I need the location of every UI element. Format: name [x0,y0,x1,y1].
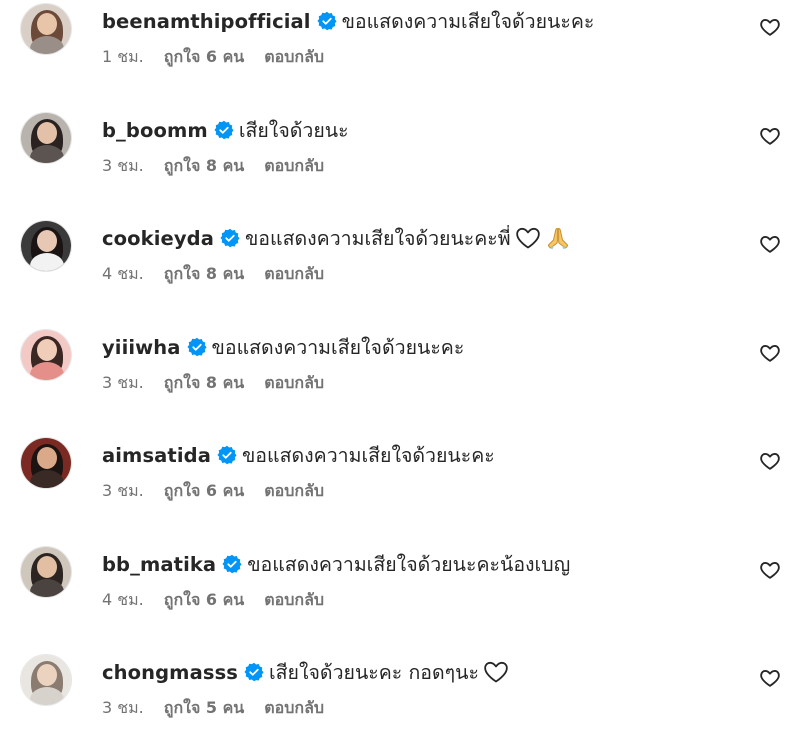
avatar-body [30,253,64,271]
heart-outline-icon[interactable] [759,342,781,364]
avatar-face [37,13,57,35]
comment-item-7: chongmasss เสียใจด้วยนะคะ กอดๆนะ 3 ชม. ถ… [0,651,800,751]
white-heart-emoji [484,661,508,683]
reply-button[interactable]: ตอบกลับ [264,371,324,396]
reply-button[interactable]: ตอบกลับ [264,45,324,70]
likes-count-button[interactable]: ถูกใจ 8 คน [164,154,244,179]
comment-text: ขอแสดงความเสียใจด้วยนะคะพี่ [244,226,511,250]
comment-item-3: cookieyda ขอแสดงความเสียใจด้วยนะคะพี่ 4 … [0,217,800,317]
username-link[interactable]: b_boomm [102,119,208,142]
comment-main-line: b_boomm เสียใจด้วยนะ [102,115,349,145]
comment-main-line: cookieyda ขอแสดงความเสียใจด้วยนะคะพี่ [102,223,571,253]
comment-meta: 4 ชม. ถูกใจ 6 คน ตอบกลับ [102,587,324,613]
likes-count-button[interactable]: ถูกใจ 6 คน [164,588,244,613]
avatar[interactable] [20,546,72,598]
avatar-face [37,556,57,578]
heart-outline-icon[interactable] [759,233,781,255]
avatar[interactable] [20,112,72,164]
verified-badge-icon [217,445,237,465]
comment-main-line: bb_matika ขอแสดงความเสียใจด้วยนะคะน้องเบ… [102,549,570,579]
comment-timestamp[interactable]: 1 ชม. [102,45,144,70]
likes-count-button[interactable]: ถูกใจ 8 คน [164,371,244,396]
reply-button[interactable]: ตอบกลับ [264,479,324,504]
comment-text: เสียใจด้วยนะคะ กอดๆนะ [268,660,479,684]
comment-list: beenamthipofficial ขอแสดงความเสียใจด้วยน… [0,0,800,756]
username-link[interactable]: cookieyda [102,227,214,250]
likes-count-button[interactable]: ถูกใจ 6 คน [164,45,244,70]
comment-item-1: beenamthipofficial ขอแสดงความเสียใจด้วยน… [0,0,800,100]
avatar-face [37,664,57,686]
comment-text: ขอแสดงความเสียใจด้วยนะคะน้องเบญ [247,552,571,576]
reply-button[interactable]: ตอบกลับ [264,696,324,721]
comment-main-line: beenamthipofficial ขอแสดงความเสียใจด้วยน… [102,6,594,36]
heart-outline-icon[interactable] [759,16,781,38]
avatar-face [37,230,57,252]
reply-button[interactable]: ตอบกลับ [264,154,324,179]
username-link[interactable]: chongmasss [102,661,238,684]
comment-text: ขอแสดงความเสียใจด้วยนะคะ [341,9,595,33]
heart-outline-icon[interactable] [759,559,781,581]
avatar-body [30,579,64,597]
verified-badge-icon [186,337,207,357]
avatar[interactable] [20,3,72,55]
verified-badge-icon [214,120,234,140]
avatar-body [30,36,64,54]
likes-count-button[interactable]: ถูกใจ 6 คน [164,479,244,504]
avatar[interactable] [20,329,72,381]
username-link[interactable]: yiiiwha [102,336,181,359]
comment-timestamp[interactable]: 3 ชม. [102,371,144,396]
username-link[interactable]: bb_matika [102,553,216,576]
verified-badge-icon [220,228,240,248]
comment-meta: 3 ชม. ถูกใจ 8 คน ตอบกลับ [102,153,324,179]
comment-item-2: b_boomm เสียใจด้วยนะ 3 ชม. ถูกใจ 8 คน ตอ… [0,109,800,209]
comment-timestamp[interactable]: 4 ชม. [102,262,144,287]
verified-badge-icon [244,662,264,682]
comment-timestamp[interactable]: 3 ชม. [102,696,144,721]
emoji-group [511,225,571,251]
avatar-body [30,687,64,705]
comment-timestamp[interactable]: 4 ชม. [102,588,144,613]
likes-count-button[interactable]: ถูกใจ 8 คน [164,262,244,287]
username-link[interactable]: beenamthipofficial [102,10,311,33]
comment-main-line: yiiiwha ขอแสดงความเสียใจด้วยนะคะ [102,332,464,362]
reply-button[interactable]: ตอบกลับ [264,588,324,613]
comment-item-4: yiiiwha ขอแสดงความเสียใจด้วยนะคะ 3 ชม. ถ… [0,326,800,426]
avatar-body [30,470,64,488]
verified-badge-icon [222,554,242,574]
avatar[interactable] [20,437,72,489]
reply-button[interactable]: ตอบกลับ [264,262,324,287]
white-heart-emoji [515,227,540,249]
comment-meta: 3 ชม. ถูกใจ 5 คน ตอบกลับ [102,695,324,721]
comment-item-5: aimsatida ขอแสดงความเสียใจด้วยนะคะ 3 ชม.… [0,434,800,534]
comment-text: ขอแสดงความเสียใจด้วยนะคะ [211,335,465,359]
avatar[interactable] [20,654,72,706]
verified-badge-icon [317,11,337,31]
comment-text: เสียใจด้วยนะ [238,118,349,142]
comment-main-line: chongmasss เสียใจด้วยนะคะ กอดๆนะ [102,657,509,687]
avatar-body [30,145,64,163]
avatar-face [37,447,57,469]
heart-outline-icon[interactable] [759,667,781,689]
comment-meta: 1 ชม. ถูกใจ 6 คน ตอบกลับ [102,44,324,70]
heart-outline-icon[interactable] [759,450,781,472]
comment-meta: 3 ชม. ถูกใจ 6 คน ตอบกลับ [102,478,324,504]
folded-hands-emoji [547,227,568,250]
avatar-body [30,362,64,380]
comment-timestamp[interactable]: 3 ชม. [102,479,144,504]
emoji-group [479,659,509,685]
comment-main-line: aimsatida ขอแสดงความเสียใจด้วยนะคะ [102,440,495,470]
comment-timestamp[interactable]: 3 ชม. [102,154,144,179]
comment-text: ขอแสดงความเสียใจด้วยนะคะ [241,443,495,467]
avatar-face [37,339,57,361]
username-link[interactable]: aimsatida [102,444,211,467]
comment-item-6: bb_matika ขอแสดงความเสียใจด้วยนะคะน้องเบ… [0,543,800,643]
comment-meta: 4 ชม. ถูกใจ 8 คน ตอบกลับ [102,261,324,287]
heart-outline-icon[interactable] [759,125,781,147]
comment-meta: 3 ชม. ถูกใจ 8 คน ตอบกลับ [102,370,324,396]
avatar[interactable] [20,220,72,272]
likes-count-button[interactable]: ถูกใจ 5 คน [164,696,244,721]
avatar-face [37,122,57,144]
